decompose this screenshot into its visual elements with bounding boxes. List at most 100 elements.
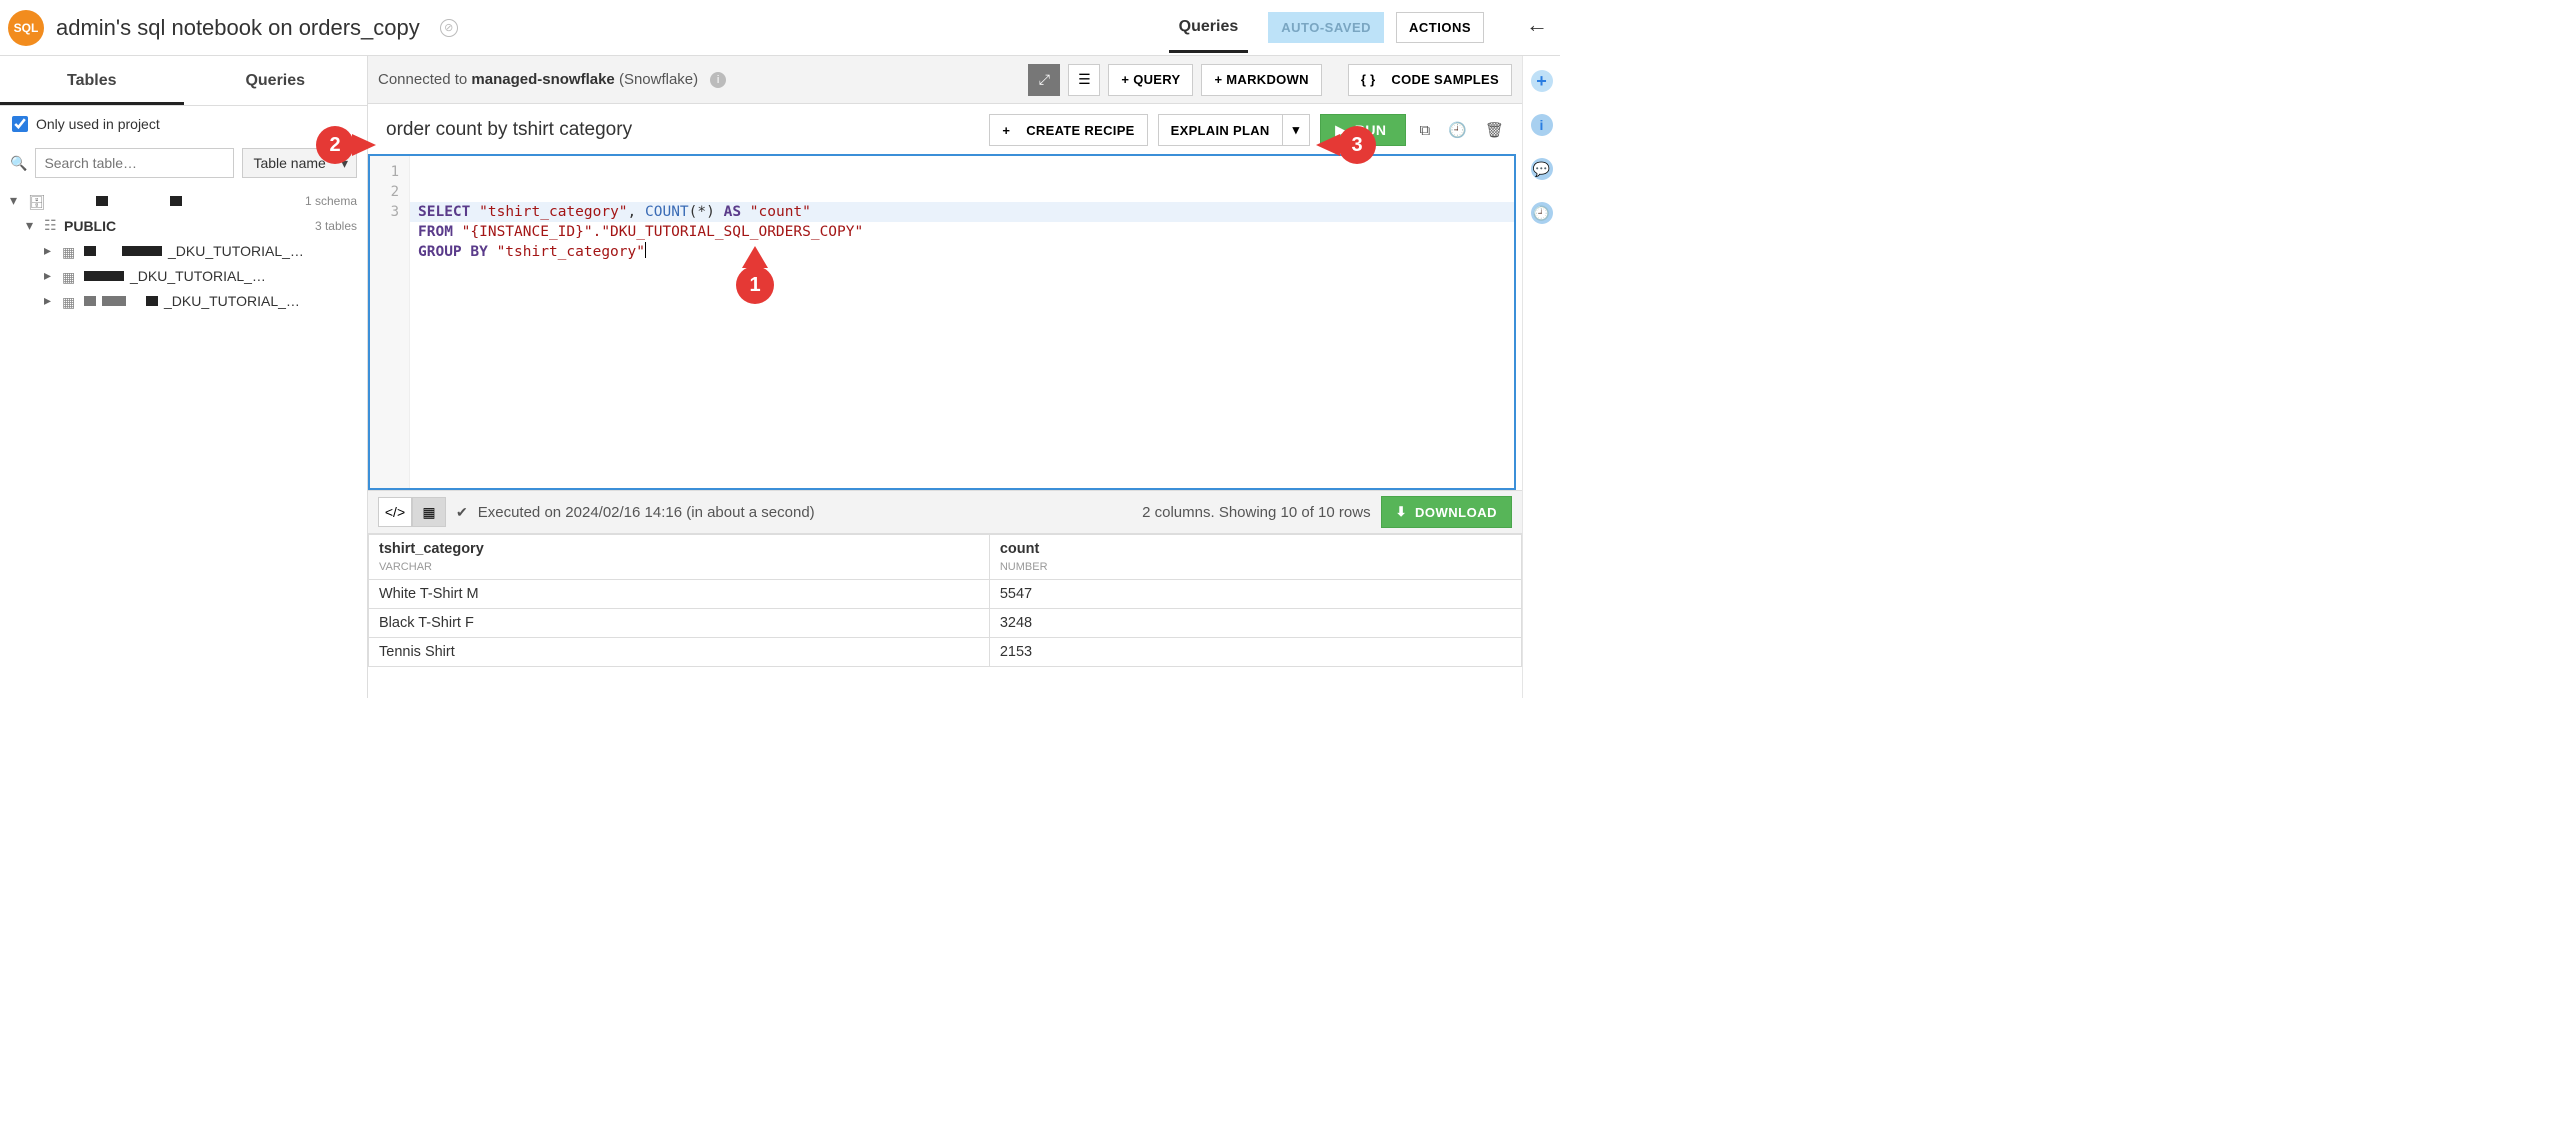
rail-info-icon[interactable]: i xyxy=(1531,114,1553,136)
download-icon: ⬇ xyxy=(1396,504,1407,520)
app-logo[interactable]: SQL xyxy=(8,10,44,46)
search-row: 🔍 Table name xyxy=(0,142,367,184)
line-number: 2 xyxy=(370,182,409,202)
connection-text: Connected to managed-snowflake (Snowflak… xyxy=(378,71,698,88)
redacted-block xyxy=(96,196,108,206)
history-icon[interactable]: 🕘 xyxy=(1444,121,1471,139)
cell: White T-Shirt M xyxy=(369,580,990,609)
caret-down-icon: ▾ xyxy=(10,192,22,209)
success-icon: ✔ xyxy=(456,504,468,521)
table-row: Tennis Shirt 2153 xyxy=(369,638,1522,667)
query-title[interactable]: order count by tshirt category xyxy=(386,119,632,141)
annotation-3: 3 xyxy=(1338,126,1376,164)
rail-add-icon[interactable]: + xyxy=(1531,70,1553,92)
line-number: 3 xyxy=(370,202,409,222)
table-icon: ▦ xyxy=(62,269,78,283)
info-icon[interactable]: i xyxy=(710,72,726,88)
editor-code[interactable]: SELECT "tshirt_category", COUNT(*) AS "c… xyxy=(410,156,1514,488)
table-icon: ▦ xyxy=(62,294,78,308)
tree-db-row[interactable]: ▾ 🗄 1 schema xyxy=(4,188,367,213)
explain-plan-button[interactable]: EXPLAIN PLAN xyxy=(1158,114,1282,146)
plus-icon: + xyxy=(1002,123,1010,138)
only-used-checkbox[interactable] xyxy=(12,116,28,132)
search-icon: 🔍 xyxy=(10,155,27,172)
table-icon: ▦ xyxy=(62,244,78,258)
table-header-row: tshirt_category VARCHAR count NUMBER xyxy=(369,535,1522,580)
only-used-label: Only used in project xyxy=(36,116,160,132)
code-samples-button[interactable]: { } CODE SAMPLES xyxy=(1348,64,1512,96)
table-search-input[interactable] xyxy=(35,148,234,178)
text-cursor xyxy=(645,242,646,258)
auto-saved-badge: AUTO-SAVED xyxy=(1268,12,1384,43)
caret-down-icon: ▾ xyxy=(26,217,38,234)
table-name-suffix: _DKU_TUTORIAL_… xyxy=(164,293,300,309)
create-recipe-button[interactable]: + CREATE RECIPE xyxy=(989,114,1147,146)
col-header[interactable]: count NUMBER xyxy=(989,535,1521,580)
table-name-suffix: _DKU_TUTORIAL_… xyxy=(168,243,304,259)
right-rail: + i 💬 🕘 xyxy=(1522,56,1560,698)
table-row: Black T-Shirt F 3248 xyxy=(369,609,1522,638)
results-bar: </> ▦ ✔ Executed on 2024/02/16 14:16 (in… xyxy=(368,490,1522,534)
caret-right-icon: ▸ xyxy=(44,242,56,259)
sql-editor[interactable]: 1 2 3 SELECT "tshirt_category", COUNT(*)… xyxy=(368,154,1516,490)
expand-icon[interactable]: ⤢ xyxy=(1028,64,1060,96)
copy-icon[interactable]: ⧉ xyxy=(1416,122,1435,139)
sync-disabled-icon: ⊘ xyxy=(440,19,458,37)
caret-right-icon: ▸ xyxy=(44,292,56,309)
database-icon: 🗄 xyxy=(28,194,44,208)
only-used-row: Only used in project xyxy=(0,106,367,142)
explain-plan-split: EXPLAIN PLAN ▾ xyxy=(1158,114,1311,146)
annotation-1: 1 xyxy=(736,266,774,304)
redacted-block xyxy=(102,296,126,306)
cell: 2153 xyxy=(989,638,1521,667)
left-tabs: Tables Queries xyxy=(0,56,367,106)
results-table-view-icon[interactable]: ▦ xyxy=(412,497,446,527)
execution-status: Executed on 2024/02/16 14:16 (in about a… xyxy=(478,504,815,521)
connection-bar: Connected to managed-snowflake (Snowflak… xyxy=(368,56,1522,104)
results-table: tshirt_category VARCHAR count NUMBER Whi… xyxy=(368,534,1522,667)
rail-chat-icon[interactable]: 💬 xyxy=(1531,158,1553,180)
add-markdown-button[interactable]: + MARKDOWN xyxy=(1201,64,1321,96)
cell: Tennis Shirt xyxy=(369,638,990,667)
table-count: 3 tables xyxy=(315,219,357,233)
back-arrow-icon[interactable]: ← xyxy=(1526,12,1548,44)
download-button[interactable]: ⬇DOWNLOAD xyxy=(1381,496,1512,528)
results-view-toggle: </> ▦ xyxy=(378,497,446,527)
rail-history-icon[interactable]: 🕘 xyxy=(1531,202,1553,224)
annotation-2: 2 xyxy=(316,126,354,164)
schema-name: PUBLIC xyxy=(64,218,116,234)
schema-count: 1 schema xyxy=(305,194,357,208)
tree-schema-row[interactable]: ▾ ☷ PUBLIC 3 tables xyxy=(4,213,367,238)
explain-plan-dropdown[interactable]: ▾ xyxy=(1282,114,1311,146)
line-number: 1 xyxy=(370,162,409,182)
cell: 3248 xyxy=(989,609,1521,638)
top-tab-queries[interactable]: Queries xyxy=(1169,2,1249,53)
delete-icon[interactable]: 🗑 xyxy=(1481,121,1508,139)
tree-table-row[interactable]: ▸ ▦ _DKU_TUTORIAL_… xyxy=(4,238,367,263)
table-tree: ▾ 🗄 1 schema ▾ ☷ PUBLIC 3 tables ▸ ▦ xyxy=(0,184,367,313)
results-code-view-icon[interactable]: </> xyxy=(378,497,412,527)
col-header[interactable]: tshirt_category VARCHAR xyxy=(369,535,990,580)
braces-icon: { } xyxy=(1361,72,1376,87)
editor-gutter: 1 2 3 xyxy=(370,156,410,488)
schema-icon: ☷ xyxy=(44,217,58,234)
table-row: White T-Shirt M 5547 xyxy=(369,580,1522,609)
cell: 5547 xyxy=(989,580,1521,609)
tree-table-row[interactable]: ▸ ▦ _DKU_TUTORIAL_… xyxy=(4,288,367,313)
add-query-button[interactable]: + QUERY xyxy=(1108,64,1193,96)
redacted-block xyxy=(84,271,124,281)
tree-table-row[interactable]: ▸ ▦ _DKU_TUTORIAL_… xyxy=(4,263,367,288)
cell: Black T-Shirt F xyxy=(369,609,990,638)
topbar: SQL admin's sql notebook on orders_copy … xyxy=(0,0,1560,56)
left-sidebar: Tables Queries Only used in project 🔍 Ta… xyxy=(0,56,368,698)
left-tab-queries[interactable]: Queries xyxy=(184,56,368,105)
actions-button[interactable]: ACTIONS xyxy=(1396,12,1484,43)
redacted-block xyxy=(84,246,96,256)
notebook-title: admin's sql notebook on orders_copy xyxy=(56,15,420,41)
redacted-block xyxy=(170,196,182,206)
list-view-icon[interactable]: ☰ xyxy=(1068,64,1100,96)
redacted-block xyxy=(84,296,96,306)
redacted-block xyxy=(122,246,162,256)
left-tab-tables[interactable]: Tables xyxy=(0,56,184,105)
redacted-block xyxy=(146,296,158,306)
